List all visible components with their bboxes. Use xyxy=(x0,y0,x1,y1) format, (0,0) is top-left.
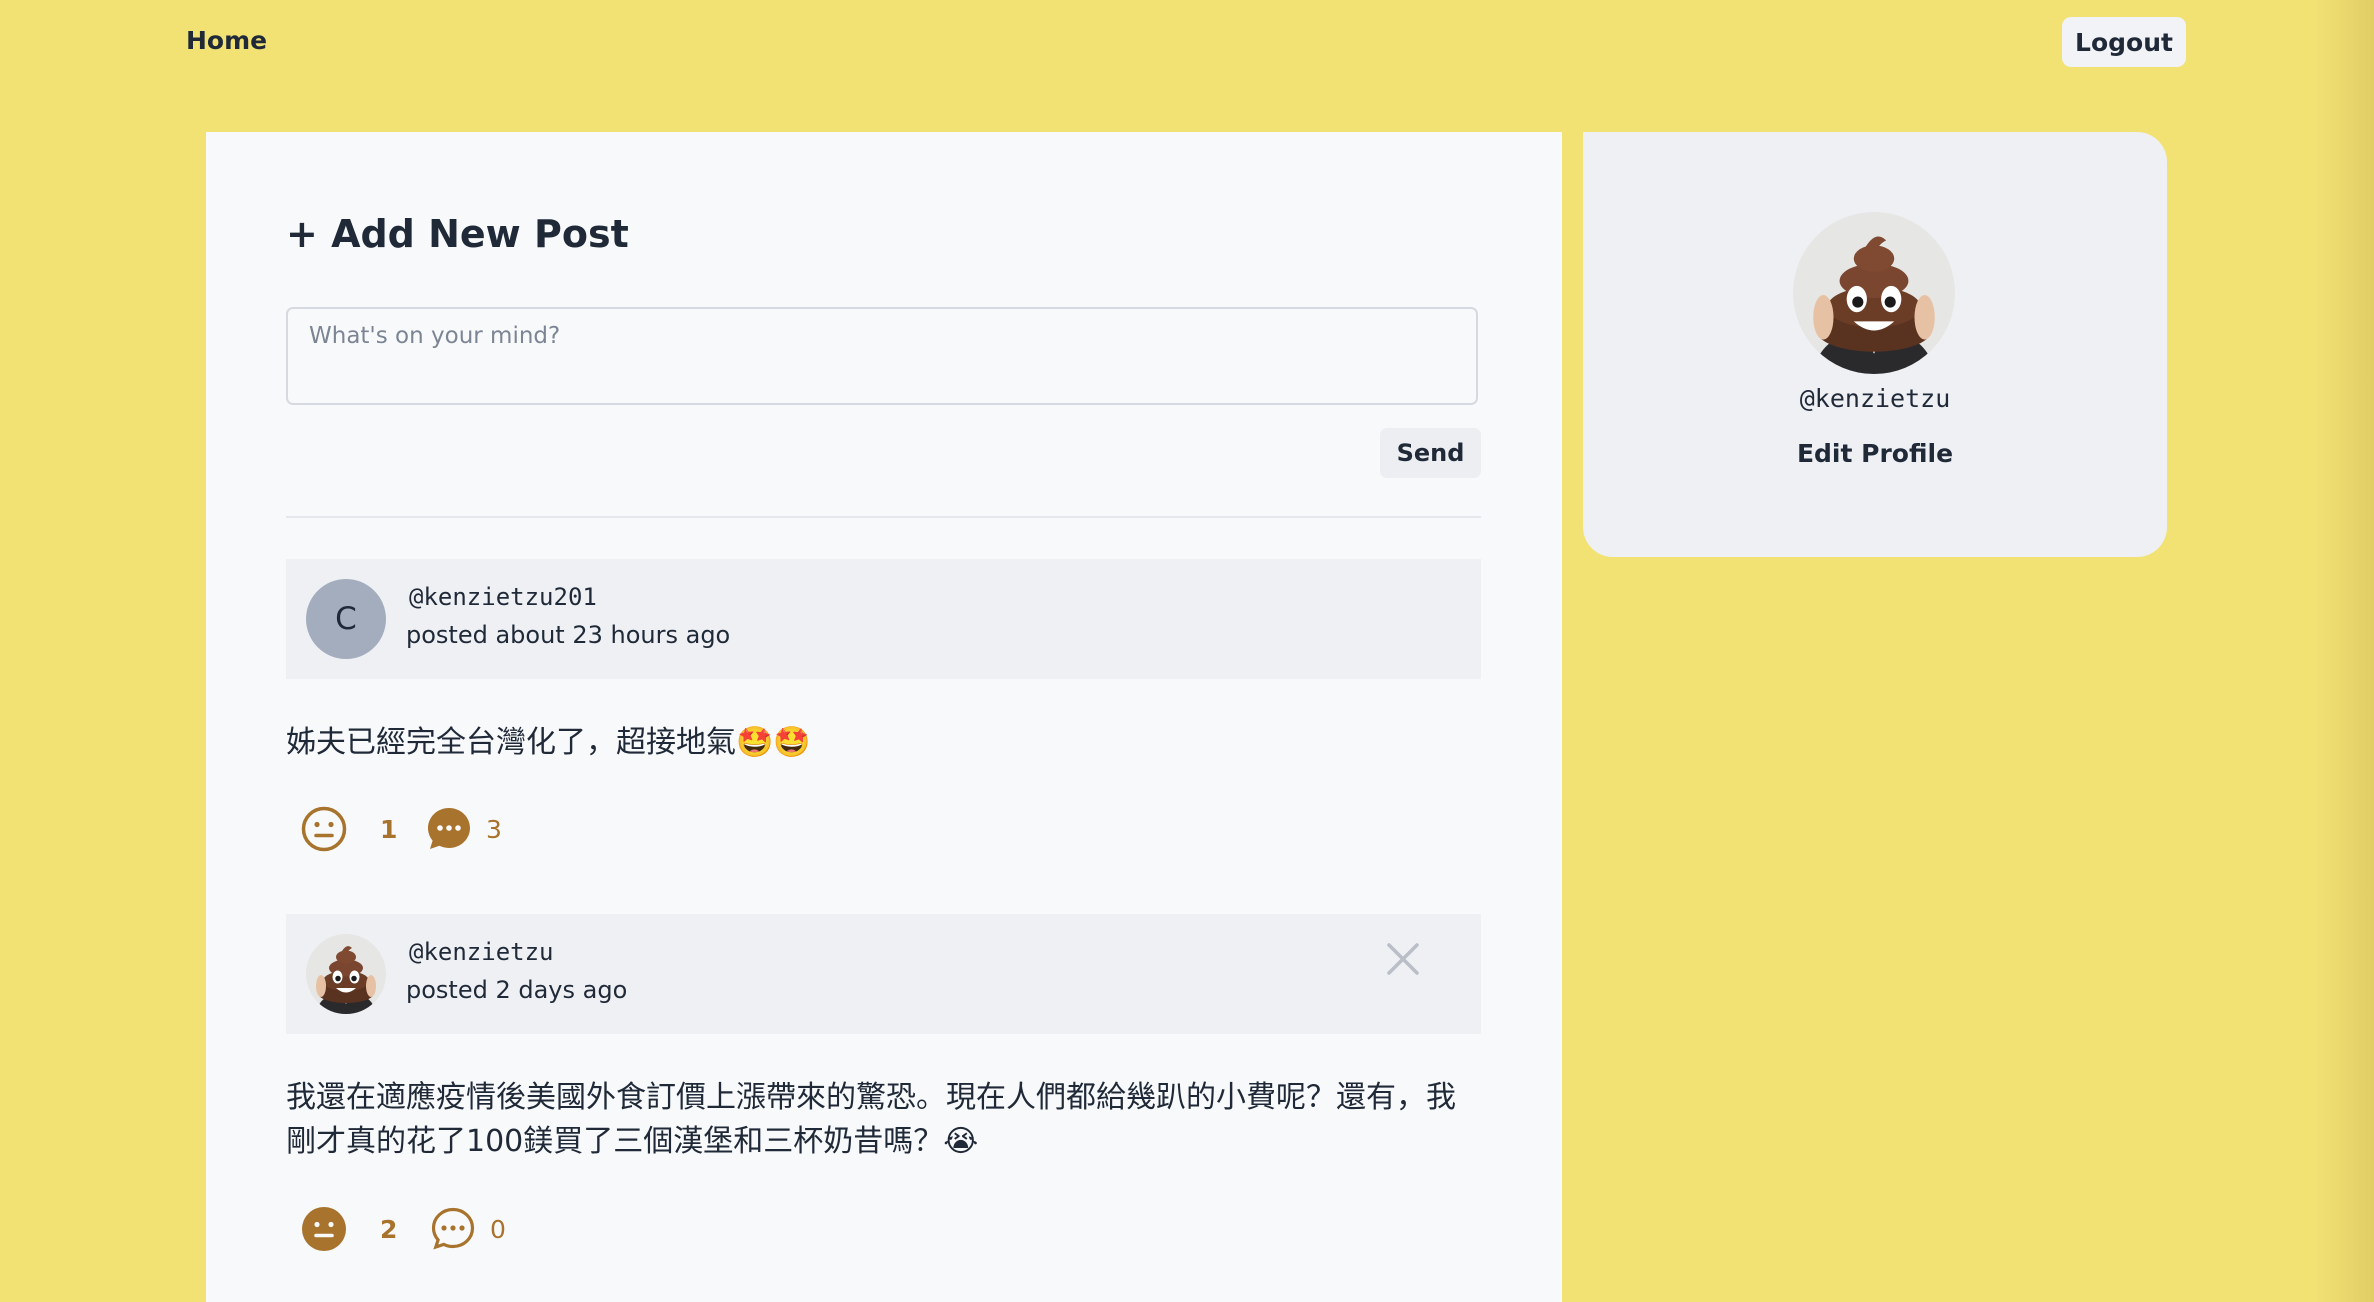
send-button[interactable]: Send xyxy=(1380,428,1481,478)
neutral-face-filled-icon[interactable] xyxy=(301,1206,347,1252)
poop-emoji-avatar-icon xyxy=(1793,212,1955,374)
add-post-title: + Add New Post xyxy=(286,212,629,256)
comment-count: 0 xyxy=(490,1215,506,1244)
divider xyxy=(286,516,1481,518)
post-timestamp: posted about 23 hours ago xyxy=(406,621,731,649)
post-timestamp: posted 2 days ago xyxy=(406,976,628,1004)
comment-bubble-outline-icon[interactable] xyxy=(430,1206,476,1252)
edit-profile-link[interactable]: Edit Profile xyxy=(1583,439,2167,468)
feed-panel: + Add New Post Send C @kenzietzu201 post… xyxy=(206,132,1562,1302)
profile-card: @kenzietzu Edit Profile xyxy=(1583,132,2167,557)
top-nav: Home Logout xyxy=(0,0,2374,86)
reaction-count: 2 xyxy=(380,1215,398,1244)
page-edge-shadow xyxy=(2314,0,2374,1302)
profile-username: @kenzietzu xyxy=(1799,384,1951,413)
post-header: C @kenzietzu201 posted about 23 hours ag… xyxy=(286,559,1481,679)
comment-bubble-icon[interactable] xyxy=(426,806,472,852)
logout-button[interactable]: Logout xyxy=(2062,17,2186,67)
post-username[interactable]: @kenzietzu201 xyxy=(409,583,597,611)
post-body: 姊夫已經完全台灣化了，超接地氣🤩🤩 xyxy=(286,725,811,760)
post-input[interactable] xyxy=(286,307,1478,405)
profile-avatar[interactable] xyxy=(1793,212,1955,374)
close-icon[interactable] xyxy=(1383,939,1423,979)
poop-emoji-avatar-icon xyxy=(306,934,386,1014)
home-link[interactable]: Home xyxy=(186,26,267,55)
avatar[interactable]: C xyxy=(306,579,386,659)
post-username[interactable]: @kenzietzu xyxy=(409,938,554,966)
avatar[interactable] xyxy=(306,934,386,1014)
post-header: @kenzietzu posted 2 days ago xyxy=(286,914,1481,1034)
reaction-count: 1 xyxy=(380,815,398,844)
neutral-face-icon[interactable] xyxy=(301,806,347,852)
post-body: 我還在適應疫情後美國外食訂價上漲帶來的驚恐。現在人們都給幾趴的小費呢？還有，我剛… xyxy=(286,1080,1456,1159)
comment-count: 3 xyxy=(486,815,502,844)
